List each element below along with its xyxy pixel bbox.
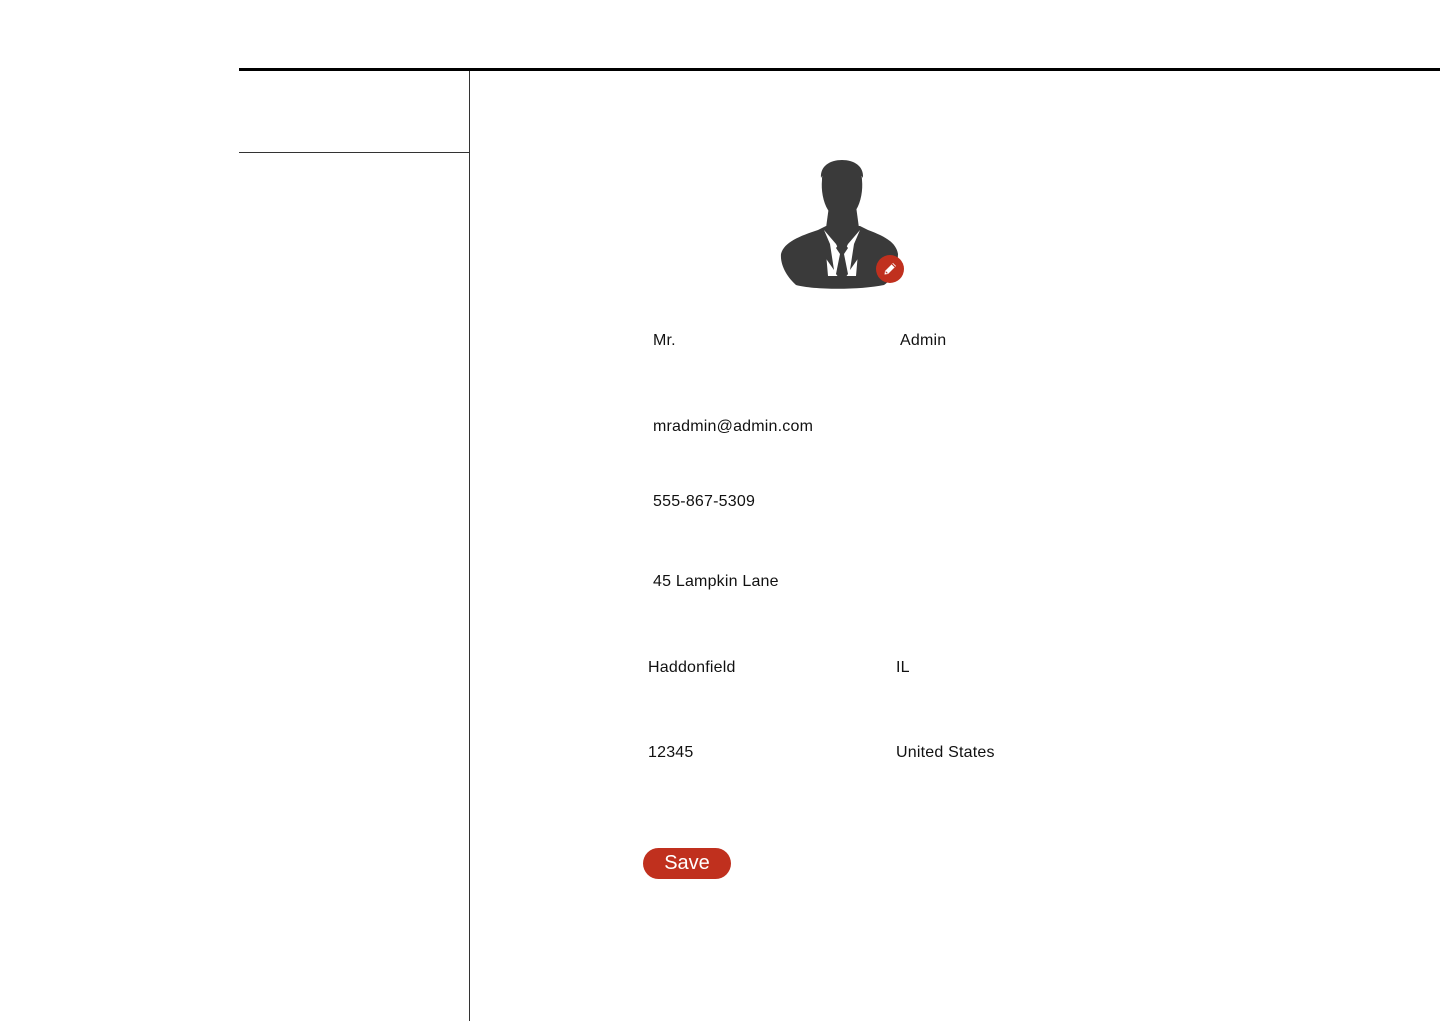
pencil-icon [884, 263, 896, 275]
country-field[interactable]: United States [896, 743, 995, 763]
address-field[interactable]: 45 Lampkin Lane [653, 572, 779, 592]
sidebar [239, 71, 470, 1021]
phone-field[interactable]: 555-867-5309 [653, 492, 755, 512]
city-field[interactable]: Haddonfield [648, 658, 736, 678]
sidebar-header [239, 71, 469, 153]
name-field[interactable]: Admin [900, 331, 946, 351]
email-field[interactable]: mradmin@admin.com [653, 417, 813, 437]
save-button[interactable]: Save [643, 848, 731, 879]
edit-avatar-button[interactable] [876, 255, 904, 283]
zip-field[interactable]: 12345 [648, 743, 694, 763]
title-field[interactable]: Mr. [653, 331, 676, 351]
state-field[interactable]: IL [896, 658, 910, 678]
profile-avatar [780, 158, 906, 292]
